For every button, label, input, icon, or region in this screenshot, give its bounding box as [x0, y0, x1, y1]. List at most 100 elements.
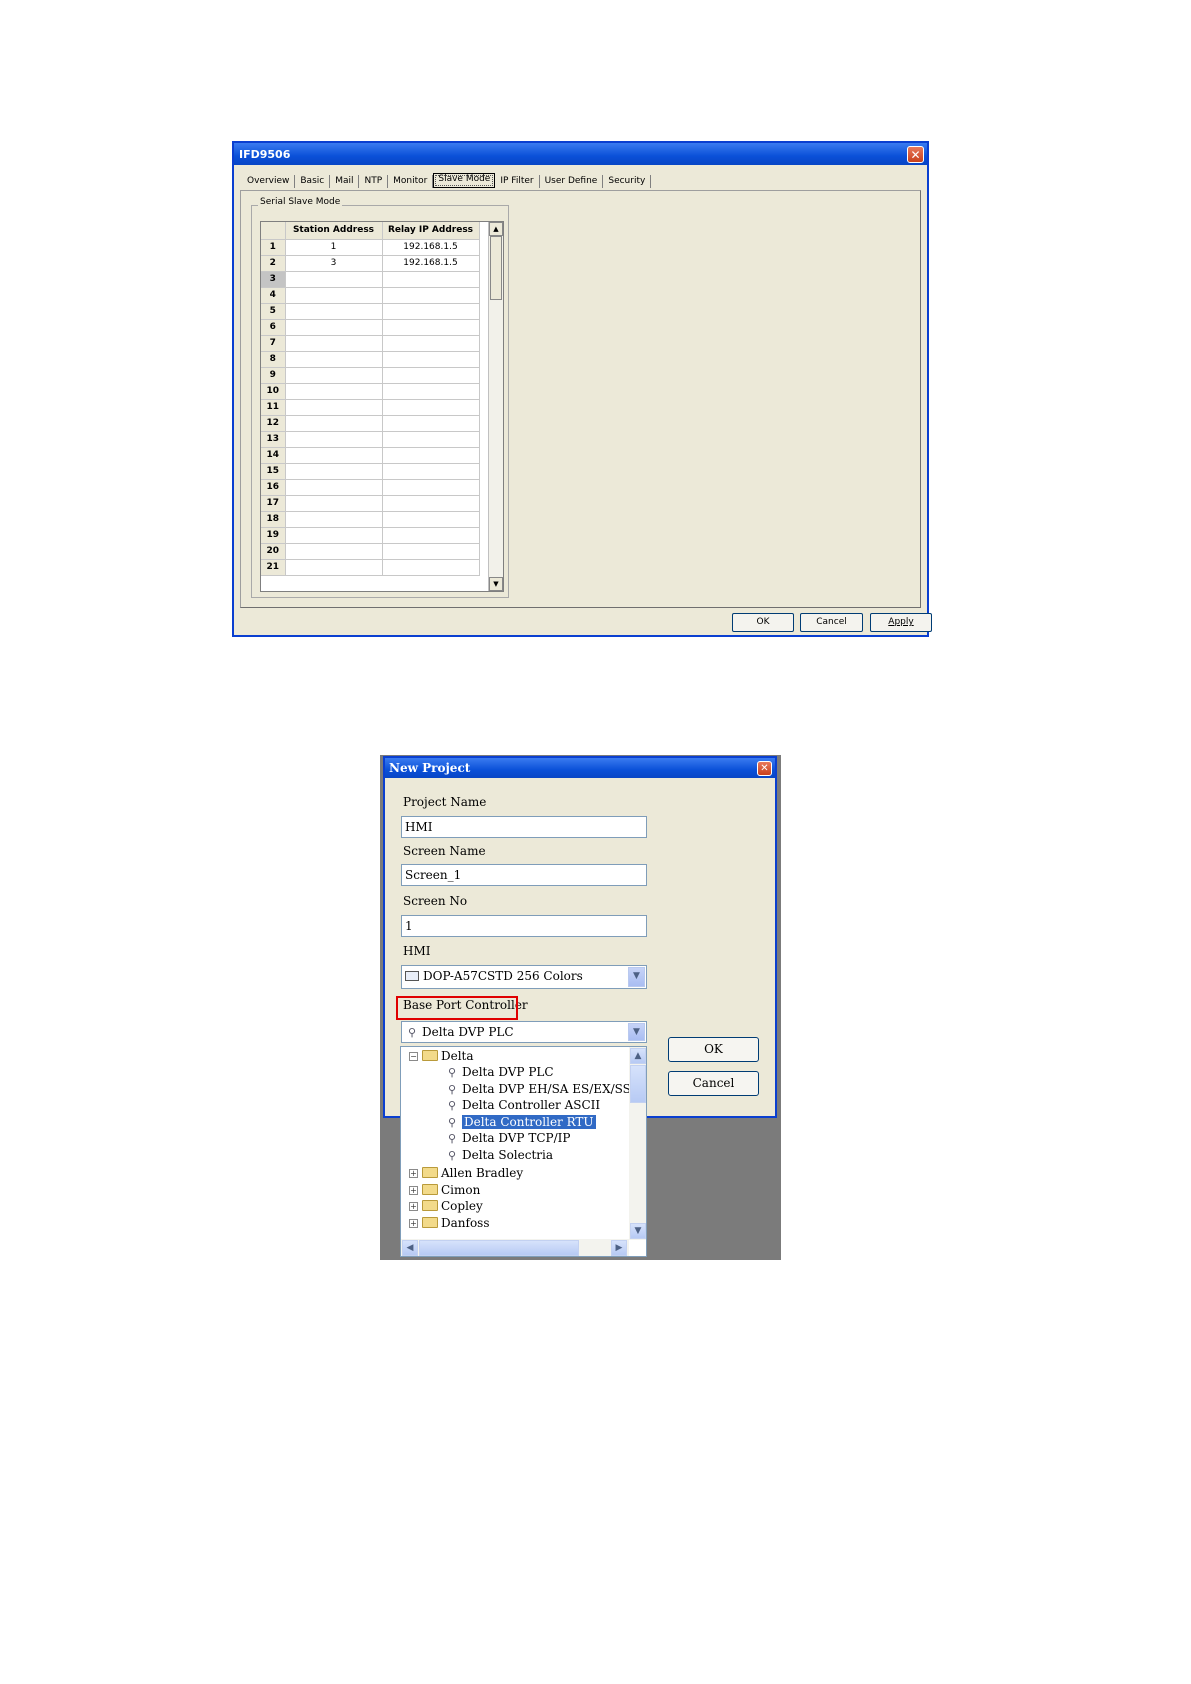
slave-mode-grid[interactable]: Station Address Relay IP Address 1 1 192.1… [260, 221, 504, 592]
table-row[interactable]: 6 [261, 319, 480, 336]
relay-ip-address-cell[interactable] [382, 543, 480, 560]
relay-ip-address-cell[interactable] [382, 447, 480, 464]
row-number[interactable]: 10 [261, 383, 286, 400]
tree-node-controller[interactable]: ⚲ Delta DVP PLC [445, 1065, 554, 1080]
expand-icon[interactable]: + [409, 1202, 418, 1211]
ok-button[interactable]: OK [732, 613, 794, 632]
table-row[interactable]: 21 [261, 559, 480, 576]
station-address-cell[interactable] [285, 287, 383, 304]
scroll-up-arrow-icon[interactable]: ▲ [630, 1048, 646, 1064]
tab-ntp[interactable]: NTP [359, 175, 389, 188]
expand-icon[interactable]: + [409, 1185, 418, 1195]
expand-icon[interactable]: + [409, 1218, 418, 1228]
relay-ip-address-cell[interactable] [382, 431, 480, 448]
scroll-up-arrow-icon[interactable]: ▲ [489, 222, 503, 236]
tree-node-controller[interactable]: ⚲ Delta DVP EH/SA ES/EX/SS(V5 [445, 1082, 646, 1097]
relay-ip-address-cell[interactable] [382, 415, 480, 432]
station-address-cell[interactable] [285, 543, 383, 560]
relay-ip-address-cell[interactable] [382, 303, 480, 320]
tree-node-folder[interactable]: + Allen Bradley [409, 1166, 523, 1181]
relay-ip-address-cell[interactable] [382, 287, 480, 304]
relay-ip-address-cell[interactable] [382, 559, 480, 576]
tree-node-folder[interactable]: + Cimon [409, 1183, 480, 1198]
station-address-cell[interactable] [285, 511, 383, 528]
row-number[interactable]: 4 [261, 287, 286, 304]
table-row[interactable]: 16 [261, 479, 480, 496]
station-address-cell[interactable] [285, 431, 383, 448]
apply-button[interactable]: Apply [870, 613, 932, 632]
relay-ip-address-cell[interactable] [382, 511, 480, 528]
hmi-select[interactable]: DOP-A57CSTD 256 Colors ▼ [401, 965, 647, 989]
station-address-cell[interactable] [285, 399, 383, 416]
table-row[interactable]: 10 [261, 383, 480, 400]
row-number[interactable]: 7 [261, 335, 286, 352]
tab-security[interactable]: Security [603, 175, 652, 188]
station-address-cell[interactable] [285, 367, 383, 384]
relay-ip-address-cell[interactable] [382, 319, 480, 336]
row-number[interactable]: 2 [261, 255, 286, 272]
tab-ip-filter[interactable]: IP Filter [495, 175, 540, 188]
scroll-down-arrow-icon[interactable]: ▼ [630, 1223, 646, 1239]
row-number[interactable]: 3 [261, 271, 286, 288]
relay-ip-address-cell[interactable] [382, 271, 480, 288]
relay-ip-address-cell[interactable] [382, 351, 480, 368]
tree-node-controller[interactable]: ⚲ Delta DVP TCP/IP [445, 1131, 570, 1146]
station-address-cell[interactable] [285, 447, 383, 464]
tree-node-controller[interactable]: ⚲ Delta Controller RTU [445, 1114, 596, 1130]
station-address-cell[interactable] [285, 559, 383, 576]
row-number[interactable]: 16 [261, 479, 286, 496]
base-port-controller-select[interactable]: ⚲ Delta DVP PLC ▼ [401, 1021, 647, 1043]
row-number[interactable]: 18 [261, 511, 286, 528]
table-row[interactable]: 12 [261, 415, 480, 432]
row-number[interactable]: 20 [261, 543, 286, 560]
dialog2-titlebar[interactable]: New Project ✕ [385, 758, 775, 778]
station-address-cell[interactable] [285, 527, 383, 544]
table-row[interactable]: 20 [261, 543, 480, 560]
project-name-field[interactable]: HMI [401, 816, 647, 838]
table-row[interactable]: 19 [261, 527, 480, 544]
row-number[interactable]: 15 [261, 463, 286, 480]
relay-ip-address-cell[interactable] [382, 527, 480, 544]
station-address-cell[interactable]: 3 [285, 255, 383, 272]
tree-node-folder[interactable]: + Danfoss [409, 1216, 490, 1231]
column-header-relay-ip-address[interactable]: Relay IP Address [382, 222, 480, 240]
scroll-down-arrow-icon[interactable]: ▼ [489, 577, 503, 591]
row-number[interactable]: 6 [261, 319, 286, 336]
cancel-button[interactable]: Cancel [668, 1071, 759, 1096]
screen-name-field[interactable]: Screen_1 [401, 864, 647, 886]
close-icon[interactable]: ✕ [907, 145, 924, 163]
station-address-cell[interactable] [285, 351, 383, 368]
station-address-cell[interactable] [285, 479, 383, 496]
row-number[interactable]: 14 [261, 447, 286, 464]
tab-monitor[interactable]: Monitor [388, 175, 434, 188]
station-address-cell[interactable] [285, 303, 383, 320]
relay-ip-address-cell[interactable] [382, 383, 480, 400]
relay-ip-address-cell[interactable] [382, 495, 480, 512]
close-icon[interactable]: ✕ [757, 760, 772, 776]
dialog1-titlebar[interactable]: IFD9506 ✕ [234, 143, 927, 165]
row-number[interactable]: 17 [261, 495, 286, 512]
relay-ip-address-cell[interactable]: 192.168.1.5 [382, 255, 480, 272]
scroll-left-arrow-icon[interactable]: ◀ [402, 1240, 418, 1256]
table-row[interactable]: 5 [261, 303, 480, 320]
tab-slave-mode[interactable]: Slave Mode [433, 173, 496, 188]
grid-vertical-scrollbar[interactable]: ▲ ▼ [488, 222, 503, 591]
relay-ip-address-cell[interactable] [382, 399, 480, 416]
table-row[interactable]: 18 [261, 511, 480, 528]
table-row[interactable]: 17 [261, 495, 480, 512]
table-row[interactable]: 2 3 192.168.1.5 [261, 255, 480, 272]
collapse-icon[interactable]: − [409, 1052, 418, 1061]
scroll-thumb[interactable] [490, 236, 502, 300]
table-row[interactable]: 9 [261, 367, 480, 384]
tree-horizontal-scrollbar[interactable]: ◀ ▶ [401, 1239, 629, 1256]
row-number[interactable]: 8 [261, 351, 286, 368]
row-number[interactable]: 13 [261, 431, 286, 448]
tree-node-delta[interactable]: − Delta [409, 1049, 474, 1064]
tab-user-define[interactable]: User Define [540, 175, 604, 188]
relay-ip-address-cell[interactable] [382, 463, 480, 480]
table-row[interactable]: 8 [261, 351, 480, 368]
column-header-station-address[interactable]: Station Address [285, 222, 383, 240]
table-row[interactable]: 7 [261, 335, 480, 352]
station-address-cell[interactable] [285, 463, 383, 480]
scroll-thumb[interactable] [630, 1065, 646, 1103]
